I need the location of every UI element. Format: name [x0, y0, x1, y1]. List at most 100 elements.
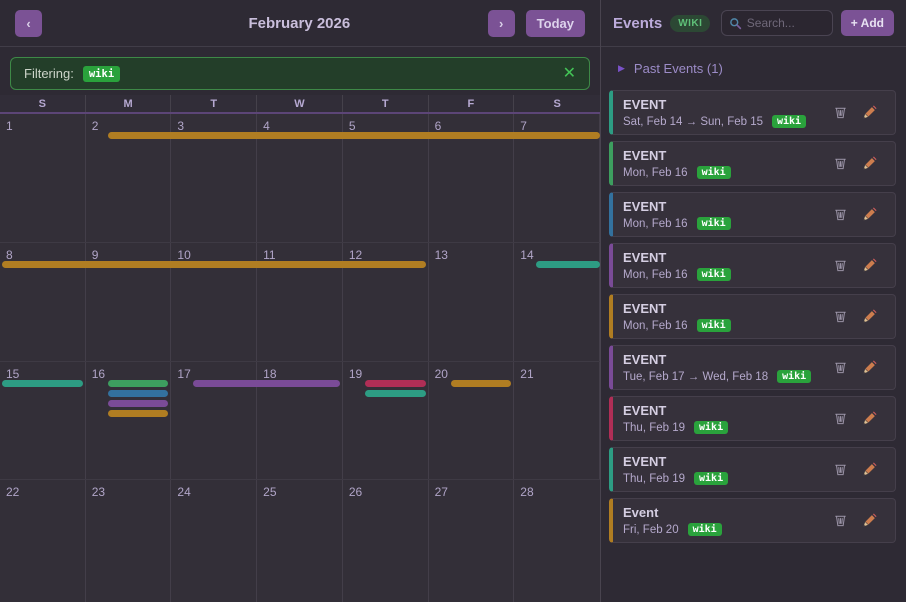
day-cell[interactable]: 27 — [429, 480, 515, 602]
delete-event-button[interactable] — [833, 411, 848, 426]
day-number: 22 — [6, 485, 19, 499]
calendar-event-bar[interactable] — [365, 380, 426, 387]
calendar-event-bar[interactable] — [108, 380, 169, 387]
event-date: Mon, Feb 16 — [623, 320, 688, 332]
event-title: Event — [623, 505, 833, 520]
pencil-icon — [862, 462, 877, 477]
edit-event-button[interactable] — [862, 309, 877, 324]
calendar-event-bar[interactable] — [108, 132, 600, 139]
search-input[interactable] — [747, 16, 825, 30]
event-tag-chip: wiki — [694, 421, 728, 434]
event-list: EVENTSat, Feb 14 → Sun, Feb 15wikiEVENTM… — [601, 86, 906, 602]
edit-event-button[interactable] — [862, 360, 877, 375]
day-number: 23 — [92, 485, 105, 499]
day-cell[interactable]: 24 — [171, 480, 257, 602]
trash-icon — [833, 309, 848, 324]
event-card-body: EVENTMon, Feb 16wiki — [623, 301, 833, 332]
delete-event-button[interactable] — [833, 105, 848, 120]
trash-icon — [833, 411, 848, 426]
trash-icon — [833, 360, 848, 375]
event-date: Thu, Feb 19 — [623, 422, 685, 434]
event-card-body: EVENTMon, Feb 16wiki — [623, 250, 833, 281]
edit-event-button[interactable] — [862, 105, 877, 120]
event-date: Thu, Feb 19 — [623, 473, 685, 485]
day-number: 28 — [520, 485, 533, 499]
event-date: Mon, Feb 16 — [623, 167, 688, 179]
calendar-event-bar[interactable] — [108, 410, 169, 417]
day-cell[interactable]: 23 — [86, 480, 172, 602]
day-cell[interactable]: 21 — [514, 362, 600, 479]
event-title: EVENT — [623, 250, 833, 265]
event-date: Tue, Feb 17 → Wed, Feb 18 — [623, 371, 768, 383]
today-button[interactable]: Today — [526, 10, 585, 37]
past-events-toggle[interactable]: ▶ Past Events (1) — [601, 47, 906, 86]
calendar-event-bar[interactable] — [451, 380, 512, 387]
prev-month-button[interactable]: ‹ — [15, 10, 42, 37]
event-meta: Thu, Feb 19 wiki — [623, 421, 833, 434]
day-cell[interactable]: 28 — [514, 480, 600, 602]
day-cell[interactable]: 13 — [429, 243, 515, 361]
event-card: EVENTMon, Feb 16wiki — [609, 294, 896, 339]
edit-event-button[interactable] — [862, 462, 877, 477]
edit-event-button[interactable] — [862, 258, 877, 273]
next-month-button[interactable]: › — [488, 10, 515, 37]
trash-icon — [833, 513, 848, 528]
calendar-event-bar[interactable] — [108, 400, 169, 407]
edit-event-button[interactable] — [862, 513, 877, 528]
event-card: EVENTSat, Feb 14 → Sun, Feb 15wiki — [609, 90, 896, 135]
event-title: EVENT — [623, 199, 833, 214]
event-actions — [833, 513, 885, 528]
event-actions — [833, 309, 885, 324]
event-actions — [833, 207, 885, 222]
add-event-button[interactable]: + Add — [841, 10, 894, 36]
day-cell[interactable]: 26 — [343, 480, 429, 602]
calendar-app: ‹ February 2026 › Today Filtering: wiki … — [0, 0, 906, 602]
event-card: EVENTThu, Feb 19wiki — [609, 396, 896, 441]
day-number: 27 — [435, 485, 448, 499]
pencil-icon — [862, 360, 877, 375]
day-number: 21 — [520, 367, 533, 381]
day-number: 4 — [263, 119, 270, 133]
day-cell[interactable]: 22 — [0, 480, 86, 602]
pencil-icon — [862, 105, 877, 120]
delete-event-button[interactable] — [833, 513, 848, 528]
calendar-event-bar[interactable] — [2, 380, 83, 387]
event-card-body: EVENTTue, Feb 17 → Wed, Feb 18wiki — [623, 352, 833, 383]
delete-event-button[interactable] — [833, 258, 848, 273]
edit-event-button[interactable] — [862, 156, 877, 171]
calendar-toolbar: ‹ February 2026 › Today — [0, 0, 600, 47]
day-number: 5 — [349, 119, 356, 133]
weekday-header-row: SMTWTFS — [0, 95, 600, 114]
weekday-header: W — [257, 95, 343, 112]
weekday-header: S — [514, 95, 600, 112]
calendar-event-bar[interactable] — [193, 380, 339, 387]
calendar-pane: ‹ February 2026 › Today Filtering: wiki … — [0, 0, 601, 602]
calendar-event-bar[interactable] — [365, 390, 426, 397]
event-actions — [833, 462, 885, 477]
event-tag-chip: wiki — [777, 370, 811, 383]
day-number: 13 — [435, 248, 448, 262]
day-cell[interactable]: 1 — [0, 114, 86, 242]
clear-filter-button[interactable]: ✕ — [563, 66, 576, 82]
delete-event-button[interactable] — [833, 207, 848, 222]
delete-event-button[interactable] — [833, 360, 848, 375]
edit-event-button[interactable] — [862, 207, 877, 222]
calendar-event-bar[interactable] — [2, 261, 426, 268]
delete-event-button[interactable] — [833, 309, 848, 324]
event-meta: Thu, Feb 19wiki — [623, 472, 833, 485]
calendar-event-bar[interactable] — [536, 261, 600, 268]
weekday-header: S — [0, 95, 86, 112]
calendar-event-bar[interactable] — [108, 390, 169, 397]
weekday-header: M — [86, 95, 172, 112]
day-number: 10 — [177, 248, 190, 262]
delete-event-button[interactable] — [833, 156, 848, 171]
day-number: 25 — [263, 485, 276, 499]
edit-event-button[interactable] — [862, 411, 877, 426]
week-row: 15161718192021 — [0, 362, 600, 480]
day-cell[interactable]: 25 — [257, 480, 343, 602]
day-number: 7 — [520, 119, 527, 133]
event-title: EVENT — [623, 148, 833, 163]
delete-event-button[interactable] — [833, 462, 848, 477]
event-tag-chip: wiki — [697, 319, 731, 332]
search-box[interactable] — [721, 10, 833, 36]
